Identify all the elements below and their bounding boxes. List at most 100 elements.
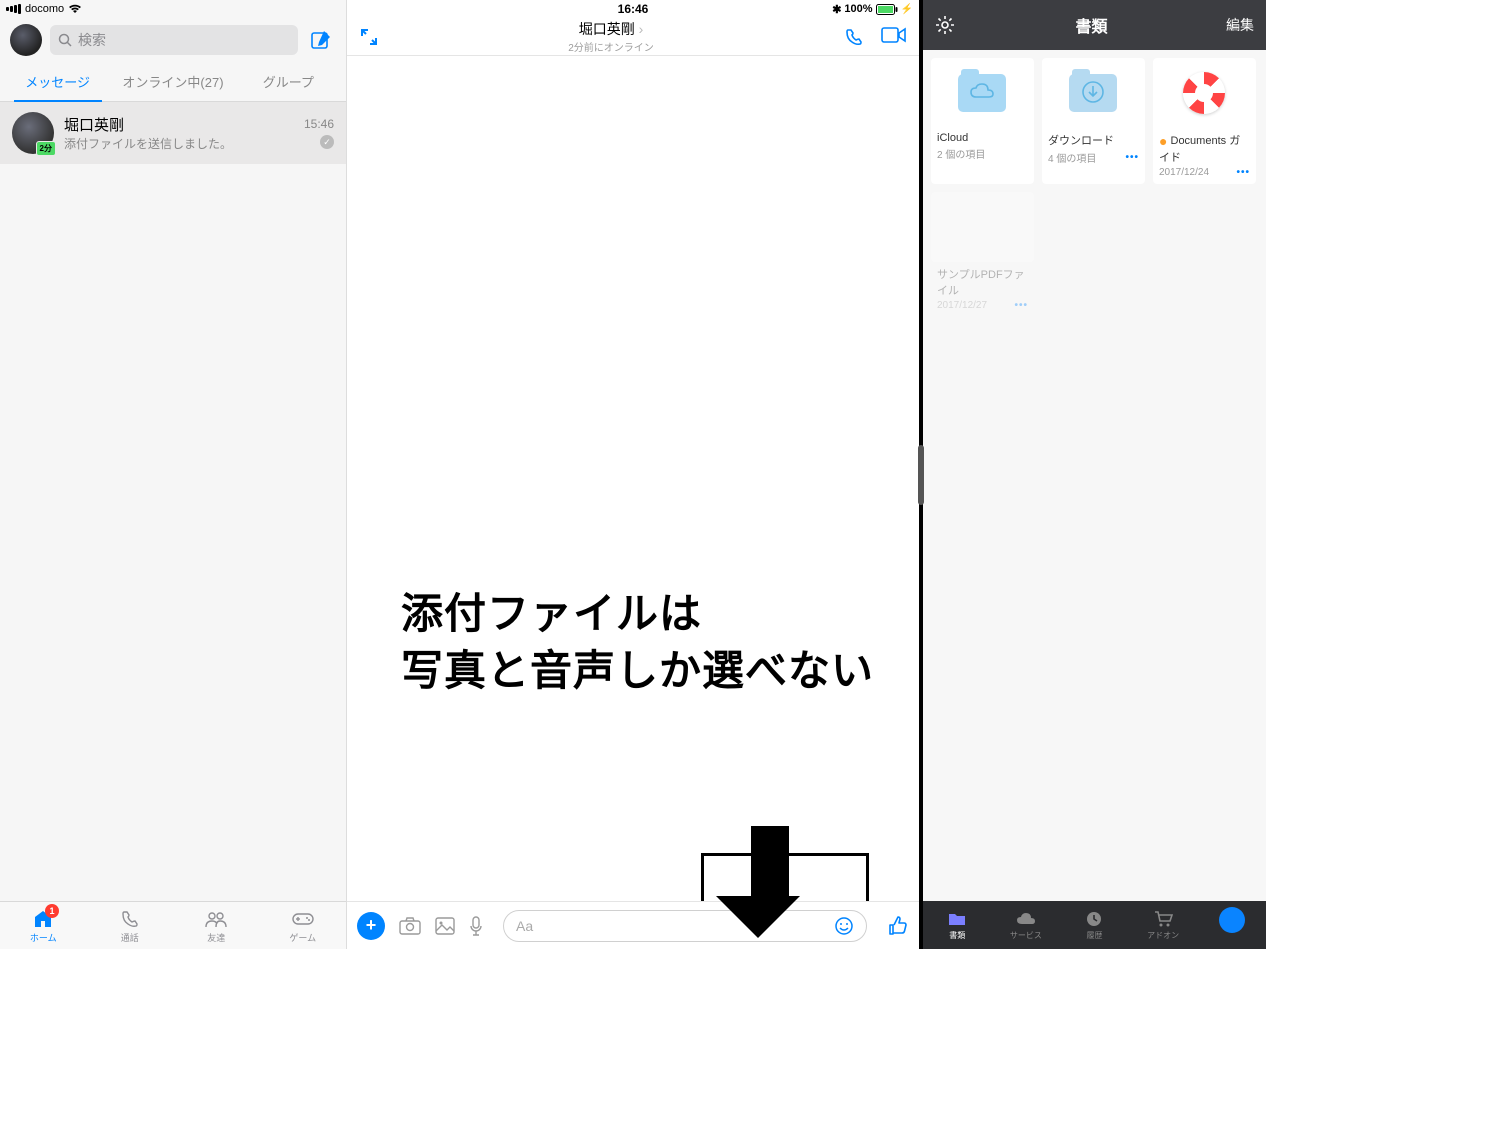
folder-icon [1069,74,1117,112]
documents-app: 書類 編集 iCloud 2 個の項目 ダウンロード 4 個の項目 ••• ● D… [919,0,1266,949]
emoji-button[interactable] [834,916,854,936]
gallery-button[interactable] [435,917,455,935]
search-placeholder: 検索 [78,30,106,50]
tab-home[interactable]: 1 ホーム [0,902,87,949]
doc-guide[interactable]: ● Documents ガイド 2017/12/24 ••• [1153,58,1256,184]
settings-button[interactable] [935,15,957,35]
folder-icloud[interactable]: iCloud 2 個の項目 [931,58,1034,184]
documents-tabbar: 書類 サービス 履歴 アドオン [923,901,1266,949]
status-bar-center: 16:46 ✱ 100% ⚡ [347,0,919,18]
signal-icon [6,4,21,14]
folder-downloads[interactable]: ダウンロード 4 個の項目 ••• [1042,58,1145,184]
carrier-label: docomo [25,3,64,15]
gamepad-icon [291,908,315,930]
compass-icon [1219,907,1245,933]
people-icon [204,908,228,930]
presence-badge: 2分 [36,141,56,156]
cart-icon [1153,909,1173,929]
tab-services[interactable]: サービス [992,901,1061,949]
download-icon [1081,80,1105,104]
tab-calls[interactable]: 通話 [87,902,174,949]
annotation-text: 添付ファイルは 写真と音声しか選べない [401,586,874,699]
tab-friends-label: 友達 [207,931,225,944]
cloud-icon [968,82,996,100]
tab-calls-label: 通話 [121,931,139,944]
more-button[interactable]: ••• [1014,300,1028,311]
video-call-button[interactable] [881,26,907,48]
unread-dot-icon: ● [1159,133,1167,149]
profile-avatar[interactable] [10,24,42,56]
charging-icon: ⚡ [901,4,913,15]
wifi-icon [68,4,82,14]
tab-docs[interactable]: 書類 [923,901,992,949]
chat-header: 堀口英剛 › 2分前にオンライン [347,18,919,56]
tab-addons[interactable]: アドオン [1129,901,1198,949]
item-name: ダウンロード [1042,128,1145,148]
like-button[interactable] [887,915,909,937]
battery-pct: 100% [844,3,872,15]
status-bar: docomo [0,0,346,18]
more-button[interactable]: ••• [1236,167,1250,178]
search-input[interactable]: 検索 [50,25,298,55]
convo-avatar: 2分 [12,112,54,154]
tab-friends[interactable]: 友達 [173,902,260,949]
folder-icon [958,74,1006,112]
compose-button[interactable] [306,25,336,55]
documents-grid: iCloud 2 個の項目 ダウンロード 4 個の項目 ••• ● Documen… [923,50,1266,325]
tab-addons-label: アドオン [1147,930,1179,941]
more-button[interactable]: ••• [1125,152,1139,163]
item-meta: 4 個の項目 [1048,150,1096,165]
tab-history-label: 履歴 [1086,930,1102,941]
folder-icon [947,909,967,929]
item-meta: 2 個の項目 [937,146,985,161]
clock: 16:46 [618,2,649,16]
sidebar-tabs: メッセージ オンライン中(27) グループ [0,62,346,102]
mic-button[interactable] [469,916,483,936]
audio-call-button[interactable] [843,26,865,48]
chat-subtitle: 2分前にオンライン [379,39,843,54]
tab-groups[interactable]: グループ [231,62,346,101]
cloud-icon [1015,909,1037,929]
annotation-line2: 写真と音声しか選べない [401,643,874,700]
convo-name: 堀口英剛 [64,114,294,135]
camera-button[interactable] [399,917,421,935]
item-name: iCloud [931,128,1034,144]
clock-icon [1085,909,1103,929]
bluetooth-icon: ✱ [832,3,841,16]
message-input[interactable]: Aa [503,910,867,942]
doc-sample-pdf[interactable]: サンプルPDFファイル 2017/12/27 ••• [931,192,1034,317]
tab-home-label: ホーム [30,931,57,944]
tab-history[interactable]: 履歴 [1060,901,1129,949]
tab-online[interactable]: オンライン中(27) [115,62,230,101]
item-meta: 2017/12/24 [1159,167,1209,178]
attach-button[interactable]: + [357,912,385,940]
input-placeholder: Aa [516,918,533,934]
edit-button[interactable]: 編集 [1226,15,1254,35]
tab-browser[interactable] [1197,901,1266,949]
notification-badge: 1 [45,904,59,918]
conversation-row[interactable]: 2分 堀口英剛 添付ファイルを送信しました。 15:46 ✓ [0,102,346,164]
chat-body[interactable]: 添付ファイルは 写真と音声しか選べない [347,56,919,901]
phone-icon [120,908,140,930]
tab-browser-label [1231,931,1233,940]
battery-icon [876,4,898,15]
chat-title[interactable]: 堀口英剛 [579,21,635,37]
item-name: Documents ガイド [1159,135,1240,164]
item-name: サンプルPDFファイル [931,262,1034,298]
item-meta: 2017/12/27 [937,300,987,311]
expand-button[interactable] [359,27,379,47]
messenger-sidebar: docomo 検索 メッセージ オンライン中(27) グループ 2分 堀口英剛 … [0,0,347,949]
split-view-handle[interactable] [918,445,924,505]
annotation-highlight-box [701,853,869,901]
convo-preview: 添付ファイルを送信しました。 [64,135,294,152]
tab-games[interactable]: ゲーム [260,902,347,949]
annotation-line1: 添付ファイルは [401,586,874,643]
search-icon [58,33,72,47]
tab-services-label: サービス [1010,930,1042,941]
tab-games-label: ゲーム [289,931,316,944]
tab-docs-label: 書類 [949,930,965,941]
documents-header: 書類 編集 [923,0,1266,50]
sidebar-header: 検索 [0,18,346,62]
tab-messages[interactable]: メッセージ [0,62,115,101]
convo-time: 15:46 [304,117,334,131]
